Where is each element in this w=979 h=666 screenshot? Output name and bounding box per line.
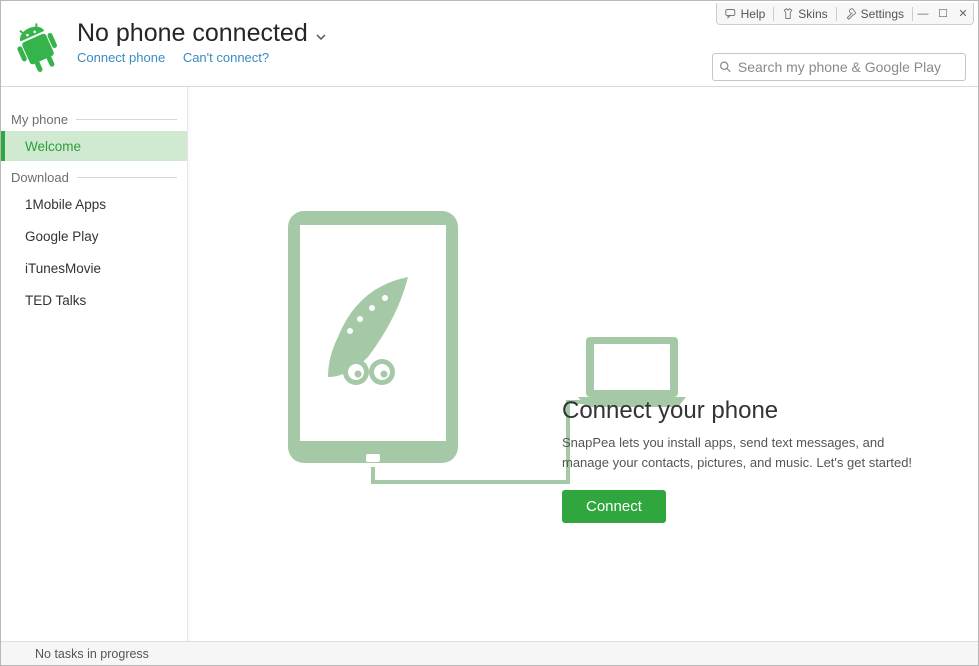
- android-logo-icon: [15, 23, 61, 75]
- divider: [76, 119, 177, 120]
- sidebar-item-label: 1Mobile Apps: [25, 197, 106, 212]
- sidebar-section-label: My phone: [11, 112, 68, 127]
- sidebar-item-label: Google Play: [25, 229, 99, 244]
- search-box[interactable]: [712, 53, 966, 81]
- connect-button[interactable]: Connect: [562, 490, 666, 523]
- sidebar-item-1mobile[interactable]: 1Mobile Apps: [1, 189, 187, 219]
- sidebar-section-download: Download: [1, 167, 187, 187]
- sidebar-item-label: TED Talks: [25, 293, 86, 308]
- sidebar: My phone Welcome Download 1Mobile Apps G…: [1, 87, 188, 641]
- chevron-down-icon: [316, 32, 326, 42]
- sidebar-item-label: Welcome: [25, 139, 81, 154]
- connection-dropdown[interactable]: No phone connected: [77, 19, 978, 48]
- status-text: No tasks in progress: [35, 647, 149, 661]
- body: My phone Welcome Download 1Mobile Apps G…: [1, 87, 978, 641]
- sidebar-item-welcome[interactable]: Welcome: [1, 131, 187, 161]
- content-heading: Connect your phone: [562, 397, 922, 425]
- search-icon: [719, 60, 732, 74]
- connect-phone-link[interactable]: Connect phone: [77, 50, 165, 65]
- page-title: No phone connected: [77, 19, 308, 48]
- sidebar-item-itunesmovie[interactable]: iTunesMovie: [1, 253, 187, 283]
- divider: [77, 177, 177, 178]
- sidebar-section-myphone: My phone: [1, 109, 187, 129]
- sidebar-item-googleplay[interactable]: Google Play: [1, 221, 187, 251]
- search-input[interactable]: [738, 59, 959, 75]
- content-body: SnapPea lets you install apps, send text…: [562, 433, 922, 472]
- connect-text-block: Connect your phone SnapPea lets you inst…: [562, 397, 922, 523]
- header: No phone connected Connect phone Can't c…: [1, 1, 978, 87]
- statusbar: No tasks in progress: [1, 641, 978, 665]
- sidebar-item-label: iTunesMovie: [25, 261, 101, 276]
- cant-connect-link[interactable]: Can't connect?: [183, 50, 269, 65]
- sidebar-section-label: Download: [11, 170, 69, 185]
- sidebar-item-tedtalks[interactable]: TED Talks: [1, 285, 187, 315]
- content: Connect your phone SnapPea lets you inst…: [188, 87, 978, 641]
